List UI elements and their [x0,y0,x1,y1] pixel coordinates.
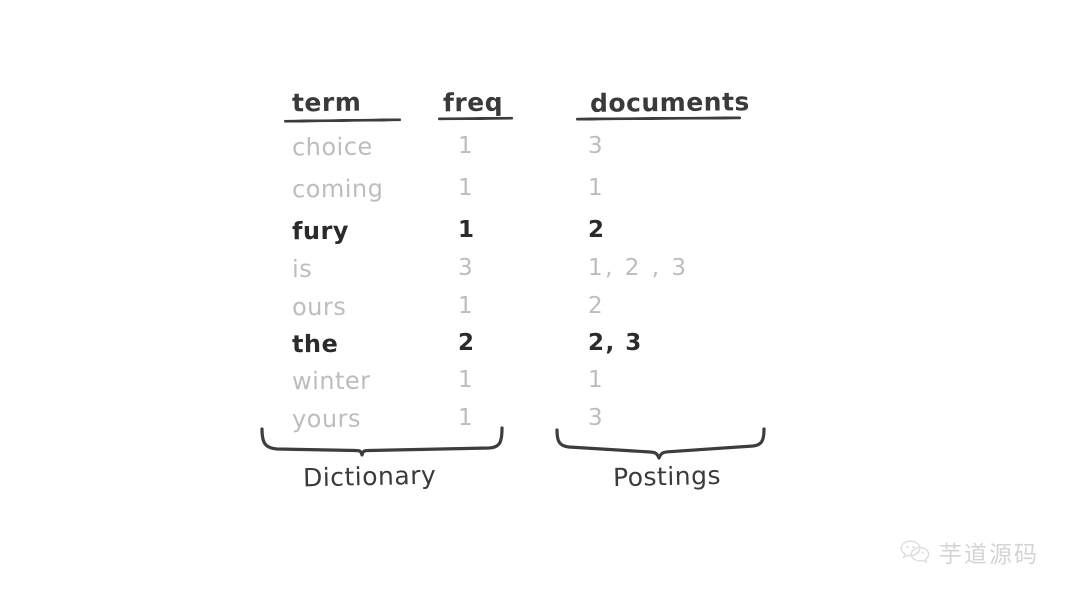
table-cell-documents: 2, 3 [588,330,643,356]
table-cell-documents: 1 [588,175,604,201]
table-row: choice [291,132,373,162]
postings-label: Postings [612,460,722,493]
column-header-term-underline [283,118,402,123]
table-cell-freq: 1 [458,175,474,201]
table-cell-freq: 1 [458,367,474,393]
table-cell-freq: 1 [458,293,474,319]
figure-canvas: term freq documents choice 1 3 coming 1 … [0,0,1080,598]
column-header-freq-underline [437,116,514,121]
table-row: fury [291,216,350,246]
table-row: is [291,254,313,284]
table-cell-documents: 2 [588,217,605,243]
table-row: winter [291,366,371,396]
table-cell-documents: 1 [588,367,604,393]
inverted-index-table: term freq documents choice 1 3 coming 1 … [0,0,1080,598]
table-row: the [291,329,339,359]
dictionary-brace [260,426,504,457]
table-cell-freq: 3 [458,255,474,281]
table-cell-freq: 1 [458,217,475,243]
watermark: 芋道源码 [900,535,1039,569]
table-cell-freq: 2 [458,330,475,356]
wechat-icon [900,540,930,564]
dictionary-label: Dictionary [302,460,437,493]
postings-brace [555,427,766,460]
table-row: ours [291,292,347,322]
watermark-text: 芋道源码 [939,542,1039,568]
table-cell-documents: 2 [588,293,604,319]
table-cell-freq: 1 [458,133,474,159]
column-header-term: term [291,87,362,118]
column-header-documents: documents [589,87,750,118]
column-header-documents-underline [575,116,742,121]
table-cell-documents: 1, 2 , 3 [588,255,689,281]
table-row: coming [291,174,384,204]
column-header-freq: freq [442,87,504,118]
table-cell-documents: 3 [588,133,604,159]
